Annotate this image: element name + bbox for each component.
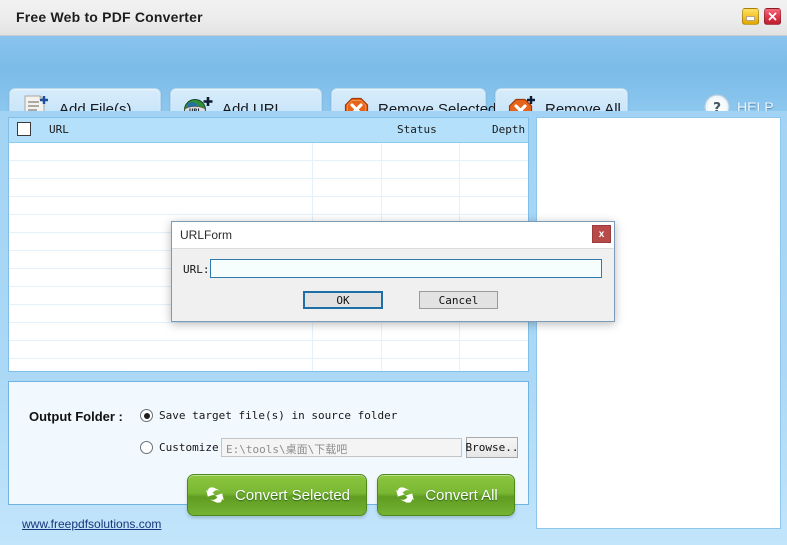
column-header-status[interactable]: Status <box>397 123 437 136</box>
table-row[interactable] <box>9 143 528 161</box>
output-option-source[interactable]: Save target file(s) in source folder <box>140 409 397 422</box>
table-row[interactable] <box>9 161 528 179</box>
column-header-url[interactable]: URL <box>49 123 69 136</box>
output-folder-group: Output Folder : Save target file(s) in s… <box>8 381 529 516</box>
dialog-title-bar: URLForm x <box>172 222 614 249</box>
table-row[interactable] <box>9 341 528 359</box>
title-bar: Free Web to PDF Converter <box>0 0 787 36</box>
table-row[interactable] <box>9 323 528 341</box>
table-row[interactable] <box>9 179 528 197</box>
recycle-arrows-icon <box>206 487 224 503</box>
radio-custom-icon[interactable] <box>140 441 153 454</box>
url-form-dialog: URLForm x URL: OK Cancel <box>171 221 615 322</box>
custom-path-input[interactable]: E:\tools\桌面\下载吧 <box>221 438 462 457</box>
table-row[interactable] <box>9 197 528 215</box>
output-folder-label: Output Folder : <box>29 409 123 424</box>
column-header-depth[interactable]: Depth <box>492 123 525 136</box>
convert-selected-button[interactable]: Convert Selected <box>187 474 367 516</box>
preview-panel <box>536 117 781 529</box>
convert-all-label: Convert All <box>425 486 498 504</box>
convert-selected-label: Convert Selected <box>234 486 351 504</box>
output-option-custom-label: Customize <box>159 441 219 454</box>
minimize-button[interactable] <box>742 8 759 25</box>
dialog-title: URLForm <box>180 228 233 242</box>
window-title: Free Web to PDF Converter <box>16 9 203 25</box>
list-header-row: URL Status Depth <box>9 118 528 143</box>
dialog-ok-button[interactable]: OK <box>303 291 383 309</box>
close-icon <box>768 12 777 21</box>
dialog-cancel-button[interactable]: Cancel <box>419 291 498 309</box>
radio-source-icon[interactable] <box>140 409 153 422</box>
recycle-arrows-icon <box>396 487 415 503</box>
body-area: URL Status Depth Output Folder: Save ta… <box>0 111 787 545</box>
output-option-custom[interactable]: Customize <box>140 441 219 454</box>
browse-button[interactable]: Browse.. <box>466 437 519 458</box>
dialog-url-label: URL: <box>183 263 210 276</box>
close-button[interactable] <box>764 8 781 25</box>
toolbar: Add File(s) URL Add URL Remove Selected <box>0 36 787 130</box>
convert-all-button[interactable]: Convert All <box>377 474 515 516</box>
table-row[interactable] <box>9 359 528 371</box>
select-all-checkbox[interactable] <box>17 122 31 136</box>
dialog-url-input[interactable] <box>210 259 602 278</box>
website-link[interactable]: www.freepdfsolutions.com <box>22 517 161 531</box>
output-option-source-label: Save target file(s) in source folder <box>159 409 398 422</box>
dialog-close-button[interactable]: x <box>592 225 611 243</box>
application-window: Free Web to PDF Converter Add File(s) Ad… <box>0 0 787 545</box>
